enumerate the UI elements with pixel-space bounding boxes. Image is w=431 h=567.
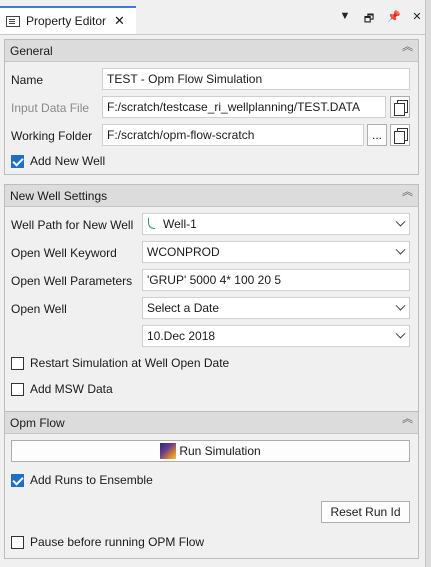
collapse-icon[interactable]: ︽ xyxy=(402,187,413,198)
copy-icon xyxy=(394,100,408,116)
copy-icon xyxy=(394,128,408,144)
add-msw-data-row[interactable]: Add MSW Data xyxy=(11,382,113,396)
dock-menu-chevron-down-icon[interactable]: ▼ xyxy=(339,10,351,29)
add-runs-label: Add Runs to Ensemble xyxy=(30,473,153,487)
open-well-date-value: 10.Dec 2018 xyxy=(147,329,216,343)
input-data-file-field[interactable]: F:/scratch/testcase_ri_wellplanning/TEST… xyxy=(102,96,386,118)
group-new-well-header[interactable]: New Well Settings ︽ xyxy=(5,185,418,207)
reset-run-id-button[interactable]: Reset Run Id xyxy=(321,501,410,523)
name-field[interactable]: TEST - Opm Flow Simulation xyxy=(102,68,410,90)
restart-simulation-row[interactable]: Restart Simulation at Well Open Date xyxy=(11,356,229,370)
add-runs-row[interactable]: Add Runs to Ensemble xyxy=(11,473,153,487)
vertical-scrollbar[interactable] xyxy=(425,0,431,567)
group-new-well-settings: New Well Settings ︽ Well Path for New We… xyxy=(4,184,419,436)
copy-working-folder-button[interactable] xyxy=(390,124,410,146)
restart-simulation-checkbox[interactable] xyxy=(11,356,24,370)
add-runs-checkbox[interactable] xyxy=(11,473,24,487)
working-folder-label: Working Folder xyxy=(11,129,93,143)
panel-titlebar: Property Editor ✕ ▼ 🗗 📌 ✕ xyxy=(0,0,431,34)
add-msw-data-label: Add MSW Data xyxy=(30,382,113,396)
add-new-well-label: Add New Well xyxy=(30,154,106,168)
well-path-select[interactable]: Well-1 xyxy=(142,213,410,235)
well-path-value: Well-1 xyxy=(163,217,197,231)
opm-run-icon xyxy=(160,443,177,459)
open-well-select[interactable]: Select a Date xyxy=(142,297,410,319)
open-well-date-select[interactable]: 10.Dec 2018 xyxy=(142,325,410,347)
tab-property-editor[interactable]: Property Editor ✕ xyxy=(0,6,136,34)
add-msw-data-checkbox[interactable] xyxy=(11,382,24,396)
dock-controls: ▼ 🗗 📌 ✕ xyxy=(339,10,423,29)
tab-title: Property Editor xyxy=(26,14,107,28)
browse-folder-button[interactable]: ... xyxy=(367,124,387,146)
group-general: General ︽ Name TEST - Opm Flow Simulatio… xyxy=(4,39,419,175)
open-well-parameters-field[interactable]: 'GRUP' 5000 4* 100 20 5 xyxy=(142,269,410,291)
open-well-keyword-select[interactable]: WCONPROD xyxy=(142,241,410,263)
open-well-parameters-label: Open Well Parameters xyxy=(11,274,133,288)
collapse-icon[interactable]: ︽ xyxy=(402,414,413,425)
add-new-well-checkbox[interactable] xyxy=(11,154,24,168)
group-general-title: General xyxy=(10,43,53,58)
pause-before-running-row[interactable]: Pause before running OPM Flow xyxy=(11,535,204,549)
name-label: Name xyxy=(11,73,44,87)
property-editor-content: General ︽ Name TEST - Opm Flow Simulatio… xyxy=(0,34,425,567)
open-well-label: Open Well xyxy=(11,302,67,316)
pause-before-running-label: Pause before running OPM Flow xyxy=(30,535,205,549)
collapse-icon[interactable]: ︽ xyxy=(402,42,413,53)
open-well-keyword-value: WCONPROD xyxy=(147,245,220,259)
well-path-label: Well Path for New Well xyxy=(11,218,134,232)
add-new-well-row[interactable]: Add New Well xyxy=(11,154,105,168)
run-simulation-button[interactable]: Run Simulation xyxy=(11,440,410,462)
open-well-value: Select a Date xyxy=(147,301,220,315)
copy-input-path-button[interactable] xyxy=(390,96,410,118)
dock-close-icon[interactable]: ✕ xyxy=(411,10,423,29)
group-opm-flow-title: Opm Flow xyxy=(10,415,65,430)
group-general-header[interactable]: General ︽ xyxy=(5,40,418,62)
tab-close-icon[interactable]: ✕ xyxy=(114,13,125,29)
chevron-down-icon xyxy=(395,300,406,311)
pause-before-running-checkbox[interactable] xyxy=(11,535,24,549)
group-new-well-title: New Well Settings xyxy=(10,188,108,203)
group-opm-flow-header[interactable]: Opm Flow ︽ xyxy=(5,412,418,434)
working-folder-field[interactable]: F:/scratch/opm-flow-scratch xyxy=(102,124,364,146)
open-well-keyword-label: Open Well Keyword xyxy=(11,246,117,260)
input-data-file-label: Input Data File xyxy=(11,101,90,115)
dock-float-icon[interactable]: 🗗 xyxy=(363,10,375,29)
well-path-icon xyxy=(147,217,157,231)
chevron-down-icon xyxy=(395,216,406,227)
chevron-down-icon xyxy=(395,328,406,339)
chevron-down-icon xyxy=(395,244,406,255)
group-opm-flow: Opm Flow ︽ Run Simulation Add Runs to En… xyxy=(4,411,419,559)
restart-simulation-label: Restart Simulation at Well Open Date xyxy=(30,356,230,370)
run-simulation-label: Run Simulation xyxy=(179,444,261,458)
property-editor-icon xyxy=(6,15,20,27)
dock-pin-icon[interactable]: 📌 xyxy=(387,10,401,29)
